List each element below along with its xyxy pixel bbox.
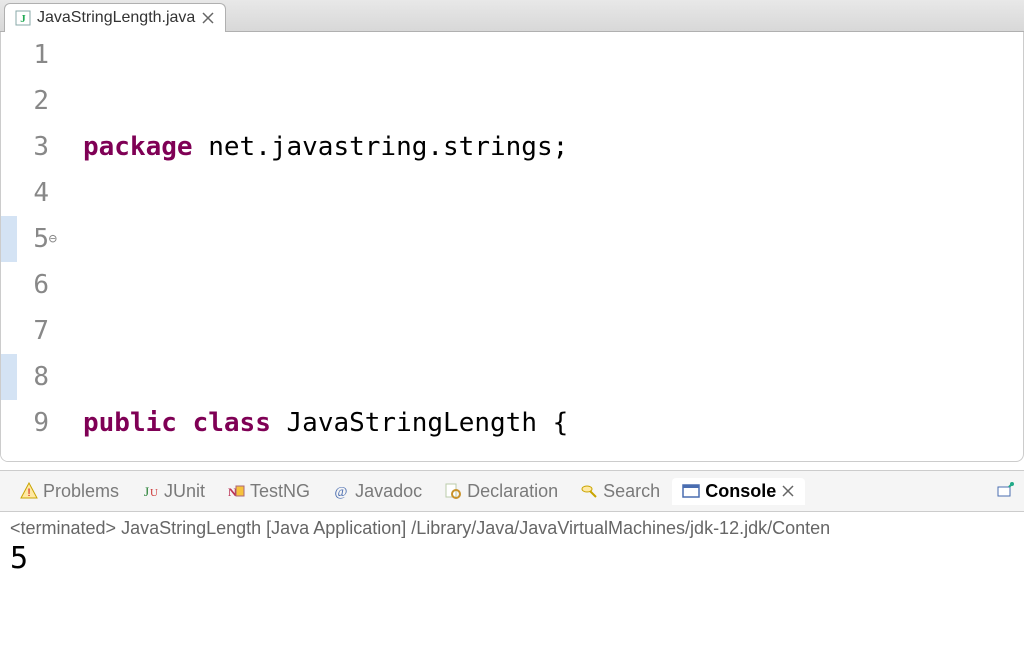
console-output[interactable]: 5 bbox=[10, 541, 1014, 576]
view-tab-problems[interactable]: ! Problems bbox=[10, 478, 129, 505]
svg-text:U: U bbox=[150, 487, 158, 499]
testng-icon: N bbox=[227, 482, 245, 500]
view-tab-javadoc[interactable]: @ Javadoc bbox=[322, 478, 432, 505]
javadoc-icon: @ bbox=[332, 482, 350, 500]
change-marker bbox=[1, 216, 17, 262]
view-tab-search[interactable]: Search bbox=[570, 478, 670, 505]
declaration-icon bbox=[444, 482, 462, 500]
junit-icon: JU bbox=[141, 482, 159, 500]
tab-label: JavaStringLength.java bbox=[37, 9, 195, 27]
console-status: <terminated> JavaStringLength [Java Appl… bbox=[10, 518, 1014, 539]
line-number-ruler: 12345⊖6789 bbox=[17, 32, 59, 461]
svg-text:!: ! bbox=[27, 487, 30, 499]
collapse-icon[interactable]: ⊖ bbox=[49, 216, 57, 262]
view-tab-label: Declaration bbox=[467, 481, 558, 502]
view-tab-label: Problems bbox=[43, 481, 119, 502]
close-icon[interactable] bbox=[781, 484, 795, 498]
svg-text:J: J bbox=[20, 13, 26, 25]
editor-tab-bar: J JavaStringLength.java bbox=[0, 0, 1024, 32]
view-tab-label: JUnit bbox=[164, 481, 205, 502]
change-ruler bbox=[1, 32, 17, 461]
view-tab-console[interactable]: Console bbox=[672, 478, 805, 505]
view-tab-junit[interactable]: JU JUnit bbox=[131, 478, 215, 505]
view-tab-declaration[interactable]: Declaration bbox=[434, 478, 568, 505]
search-icon bbox=[580, 482, 598, 500]
change-marker bbox=[1, 354, 17, 400]
svg-text:@: @ bbox=[335, 485, 348, 500]
console-icon bbox=[682, 482, 700, 500]
svg-text:J: J bbox=[144, 484, 149, 499]
folding-ruler bbox=[59, 32, 77, 461]
code-editor[interactable]: 12345⊖6789 package net.javastring.string… bbox=[0, 32, 1024, 462]
code-line bbox=[83, 262, 1023, 308]
view-tab-label: Console bbox=[705, 481, 776, 502]
views-tab-bar: ! Problems JU JUnit N TestNG @ Javadoc Declarati… bbox=[0, 470, 1024, 512]
code-line: package net.javastring.strings; bbox=[83, 124, 1023, 170]
view-tab-label: TestNG bbox=[250, 481, 310, 502]
java-file-icon: J bbox=[15, 10, 31, 26]
pin-console-icon[interactable] bbox=[996, 482, 1014, 500]
close-icon[interactable] bbox=[201, 11, 215, 25]
view-tab-label: Javadoc bbox=[355, 481, 422, 502]
code-line: public class JavaStringLength { bbox=[83, 400, 1023, 446]
console-toolbar bbox=[996, 482, 1024, 500]
console-view: <terminated> JavaStringLength [Java Appl… bbox=[0, 512, 1024, 668]
problems-icon: ! bbox=[20, 482, 38, 500]
view-tab-testng[interactable]: N TestNG bbox=[217, 478, 320, 505]
code-content[interactable]: package net.javastring.strings; public c… bbox=[77, 32, 1023, 461]
view-tab-label: Search bbox=[603, 481, 660, 502]
editor-tab-active[interactable]: J JavaStringLength.java bbox=[4, 3, 226, 32]
